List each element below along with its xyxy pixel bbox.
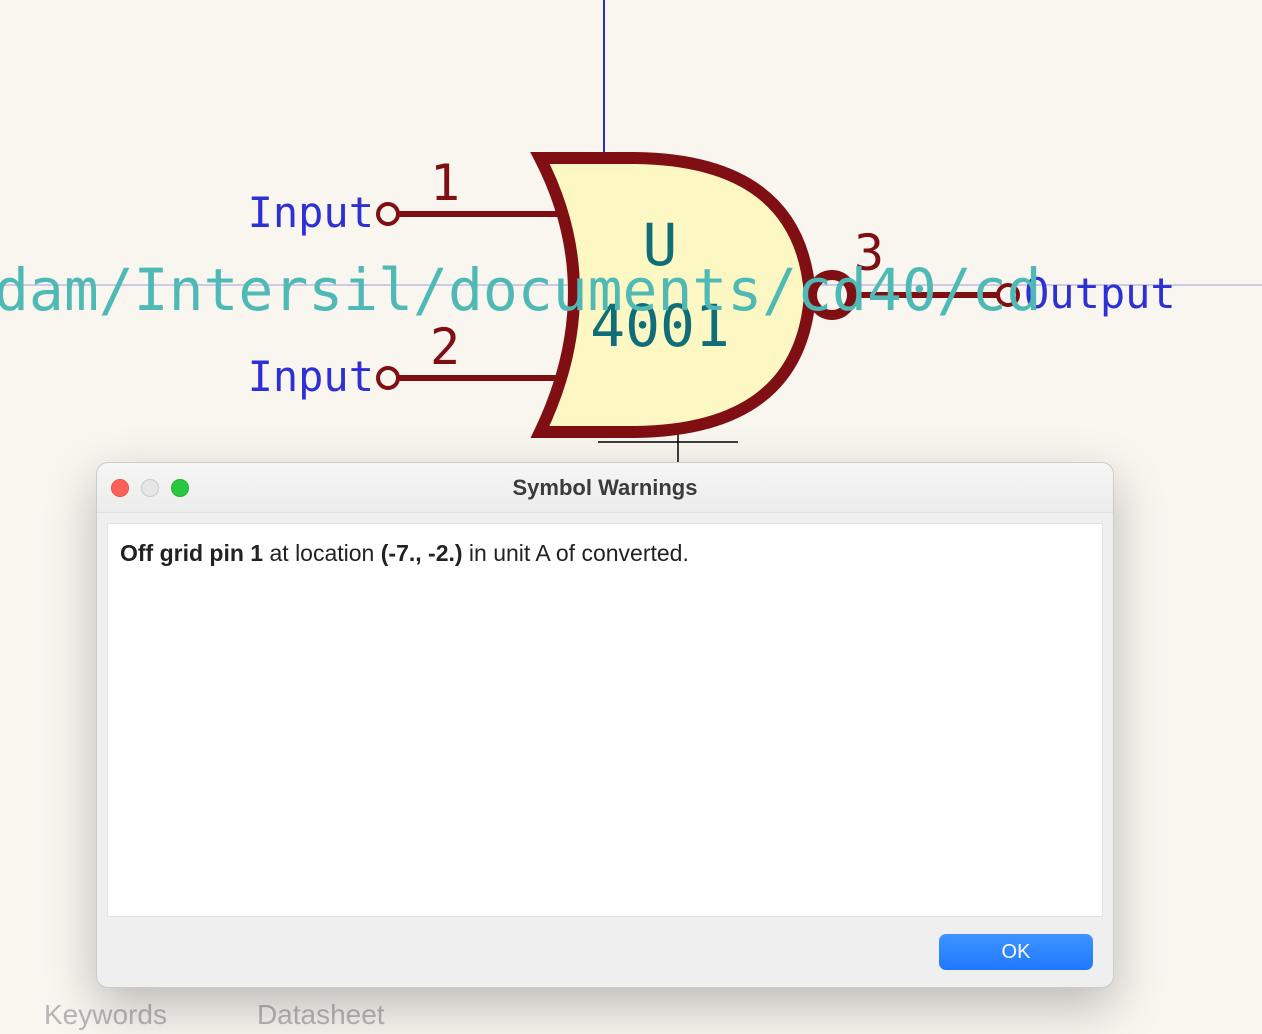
warning-message: Off grid pin 1 at location (-7., -2.) in… — [120, 538, 1090, 569]
dialog-footer: OK — [97, 917, 1113, 987]
pin-1-name: Input — [248, 188, 374, 237]
keywords-label: Keywords — [44, 999, 167, 1031]
close-icon[interactable] — [111, 479, 129, 497]
symbol-warnings-dialog: Symbol Warnings Off grid pin 1 at locati… — [96, 462, 1114, 988]
pin-2[interactable]: 2 Input — [248, 318, 560, 401]
zoom-icon[interactable] — [171, 479, 189, 497]
window-controls — [111, 463, 189, 512]
warning-suffix: in unit A of converted. — [463, 540, 689, 566]
dialog-body[interactable]: Off grid pin 1 at location (-7., -2.) in… — [107, 523, 1103, 917]
pin-2-endpoint — [378, 368, 398, 388]
warning-coord: (-7., -2.) — [381, 540, 463, 566]
pin-1-number: 1 — [430, 154, 460, 212]
dialog-titlebar[interactable]: Symbol Warnings — [97, 463, 1113, 513]
pin-1[interactable]: 1 Input — [248, 154, 560, 237]
dialog-title: Symbol Warnings — [513, 475, 698, 501]
pin-3-name: Output — [1024, 269, 1176, 318]
pin-2-name: Input — [248, 352, 374, 401]
pin-2-number: 2 — [430, 318, 460, 376]
datasheet-label: Datasheet — [257, 999, 385, 1031]
field-datasheet-overlay[interactable]: dam/Intersil/documents/cd40/cd — [0, 256, 1042, 324]
pin-1-endpoint — [378, 204, 398, 224]
minimize-icon — [141, 479, 159, 497]
warning-prefix: Off grid pin 1 — [120, 540, 263, 566]
bottom-bar: Keywords Datasheet — [0, 996, 1262, 1034]
ok-button[interactable]: OK — [939, 934, 1093, 970]
warning-mid1: at location — [263, 540, 381, 566]
